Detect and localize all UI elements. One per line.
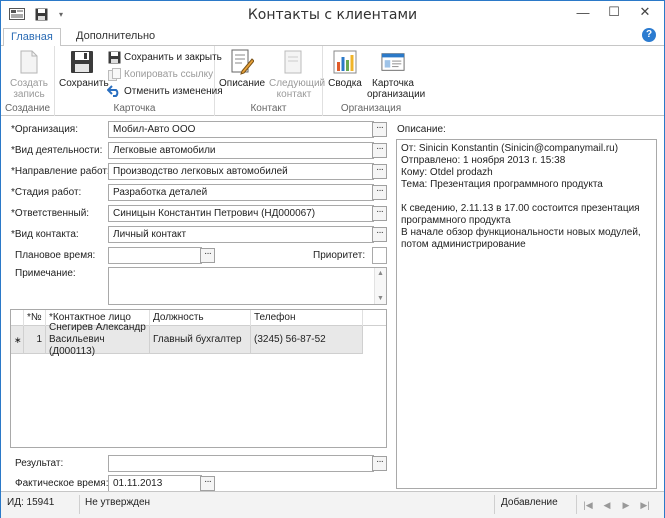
copy-link-button[interactable]: Копировать ссылку bbox=[107, 66, 213, 82]
planned-time-label: Плановое время: bbox=[15, 250, 96, 261]
table-row[interactable]: ∗ 1 Снегирев Александр Васильевич (Д0001… bbox=[11, 322, 363, 357]
column-header-position[interactable]: Должность bbox=[150, 310, 251, 326]
app-window: ▾ Контакты с клиентами — ☐ ✕ Главная Доп… bbox=[0, 0, 665, 518]
priority-label: Приоритет: bbox=[313, 250, 366, 261]
row-position[interactable]: Главный бухгалтер bbox=[150, 326, 251, 354]
next-contact-button[interactable]: Следующий контакт bbox=[269, 48, 325, 100]
note-textarea[interactable]: ▲ ▼ bbox=[108, 267, 387, 305]
save-close-button[interactable]: Сохранить и закрыть bbox=[107, 49, 222, 65]
next-record-icon[interactable]: ▶ bbox=[619, 498, 633, 512]
actual-time-label: Фактическое время: bbox=[15, 478, 109, 489]
result-label: Результат: bbox=[15, 458, 64, 469]
summary-button[interactable]: Сводка bbox=[325, 48, 365, 89]
copy-icon bbox=[107, 67, 121, 81]
floppy-disk-icon bbox=[70, 48, 94, 76]
bar-chart-icon bbox=[333, 48, 357, 76]
quick-access-dropdown-icon[interactable]: ▾ bbox=[55, 5, 67, 23]
column-header-num[interactable]: *№ bbox=[24, 310, 46, 326]
first-record-icon[interactable]: |◀ bbox=[581, 498, 595, 512]
planned-time-field[interactable] bbox=[108, 247, 202, 264]
scroll-up-icon[interactable]: ▲ bbox=[375, 268, 386, 279]
description-textarea[interactable]: От: Sinicin Konstantin (Sinicin@companym… bbox=[396, 139, 657, 489]
organization-card-button[interactable]: Карточка организации bbox=[367, 48, 425, 100]
description-button[interactable]: Описание bbox=[219, 48, 265, 89]
direction-select-button[interactable]: ··· bbox=[372, 164, 387, 179]
group-label-contact: Контакт bbox=[250, 103, 287, 114]
app-icon bbox=[9, 5, 25, 23]
stage-select-button[interactable]: ··· bbox=[372, 185, 387, 200]
status-bar: ИД: 15941 Не утвержден Добавление |◀ ◀ ▶… bbox=[1, 491, 664, 518]
result-field[interactable] bbox=[108, 455, 374, 472]
note-label: Примечание: bbox=[15, 268, 76, 279]
row-person[interactable]: Снегирев Александр Васильевич (Д000113) bbox=[46, 322, 150, 357]
save-icon[interactable] bbox=[33, 5, 49, 23]
contact-type-label: *Вид контакта: bbox=[11, 229, 79, 240]
minimize-button[interactable]: — bbox=[568, 1, 598, 23]
organization-field[interactable]: Мобил-Авто ООО bbox=[108, 121, 374, 138]
activity-label: *Вид деятельности: bbox=[11, 145, 103, 156]
result-select-button[interactable]: ··· bbox=[372, 456, 387, 471]
org-card-icon bbox=[381, 48, 405, 76]
save-close-icon bbox=[107, 50, 121, 64]
contact-form: *Организация: Мобил-Авто ООО ··· *Вид де… bbox=[1, 117, 664, 492]
group-label-organization: Организация bbox=[340, 103, 402, 114]
document-pencil-icon bbox=[230, 48, 254, 76]
responsible-field[interactable]: Синицын Константин Петрович (НД000067) bbox=[108, 205, 374, 222]
group-label-create: Создание bbox=[4, 103, 51, 114]
actual-time-field[interactable]: 01.11.2013 bbox=[108, 475, 202, 492]
contact-type-field[interactable]: Личный контакт bbox=[108, 226, 374, 243]
actual-time-select-button[interactable]: ··· bbox=[200, 476, 215, 491]
undo-changes-button[interactable]: Отменить изменения bbox=[107, 83, 223, 99]
help-icon[interactable]: ? bbox=[642, 28, 656, 42]
window-title: Контакты с клиентами bbox=[247, 7, 418, 23]
description-label: Описание: bbox=[397, 124, 446, 135]
create-record-button[interactable]: Создать запись bbox=[9, 48, 49, 100]
maximize-button[interactable]: ☐ bbox=[599, 1, 629, 23]
undo-icon bbox=[107, 84, 121, 98]
note-scrollbar[interactable]: ▲ ▼ bbox=[374, 268, 386, 304]
direction-field[interactable]: Производство легковых автомобилей bbox=[108, 163, 374, 180]
new-document-icon bbox=[17, 48, 41, 76]
close-button[interactable]: ✕ bbox=[630, 1, 660, 23]
mode-status: Добавление bbox=[501, 497, 558, 508]
column-header-phone[interactable]: Телефон bbox=[251, 310, 363, 326]
stage-field[interactable]: Разработка деталей bbox=[108, 184, 374, 201]
next-contact-icon bbox=[282, 48, 306, 76]
tab-main[interactable]: Главная bbox=[3, 28, 61, 46]
record-id: ИД: 15941 bbox=[7, 497, 55, 508]
tab-additional[interactable]: Дополнительно bbox=[69, 28, 162, 46]
group-card: Сохранить Сохранить и закрыть Копировать… bbox=[55, 46, 223, 116]
planned-time-select-button[interactable]: ··· bbox=[200, 248, 215, 263]
last-record-icon[interactable]: ▶| bbox=[638, 498, 652, 512]
organization-label: *Организация: bbox=[11, 124, 78, 135]
responsible-label: *Ответственный: bbox=[11, 208, 90, 219]
activity-field[interactable]: Легковые автомобили bbox=[108, 142, 374, 159]
scroll-down-icon[interactable]: ▼ bbox=[375, 293, 386, 304]
group-label-card: Карточка bbox=[113, 103, 156, 114]
group-organization: Сводка Карточка организации Организация bbox=[323, 46, 425, 116]
group-create: Создать запись Создание bbox=[1, 46, 55, 116]
organization-select-button[interactable]: ··· bbox=[372, 122, 387, 137]
activity-select-button[interactable]: ··· bbox=[372, 143, 387, 158]
responsible-select-button[interactable]: ··· bbox=[372, 206, 387, 221]
group-contact: Описание Следующий контакт Контакт bbox=[215, 46, 325, 116]
title-bar: ▾ Контакты с клиентами — ☐ ✕ bbox=[1, 1, 664, 28]
ribbon: Создать запись Создание Сохранить Сохран… bbox=[1, 45, 664, 116]
direction-label: *Направление работ: bbox=[11, 166, 110, 177]
priority-field[interactable] bbox=[372, 247, 387, 264]
prev-record-icon[interactable]: ◀ bbox=[600, 498, 614, 512]
contact-type-select-button[interactable]: ··· bbox=[372, 227, 387, 242]
row-phone[interactable]: (3245) 56-87-52 bbox=[251, 326, 363, 354]
row-marker: ∗ bbox=[11, 326, 24, 354]
contacts-table: *№ *Контактное лицо Должность Телефон ∗ … bbox=[10, 309, 387, 448]
stage-label: *Стадия работ: bbox=[11, 187, 82, 198]
approval-status: Не утвержден bbox=[85, 497, 151, 508]
ribbon-tabs: Главная Дополнительно ? bbox=[1, 28, 664, 46]
row-num: 1 bbox=[24, 326, 46, 354]
save-button[interactable]: Сохранить bbox=[59, 48, 109, 89]
